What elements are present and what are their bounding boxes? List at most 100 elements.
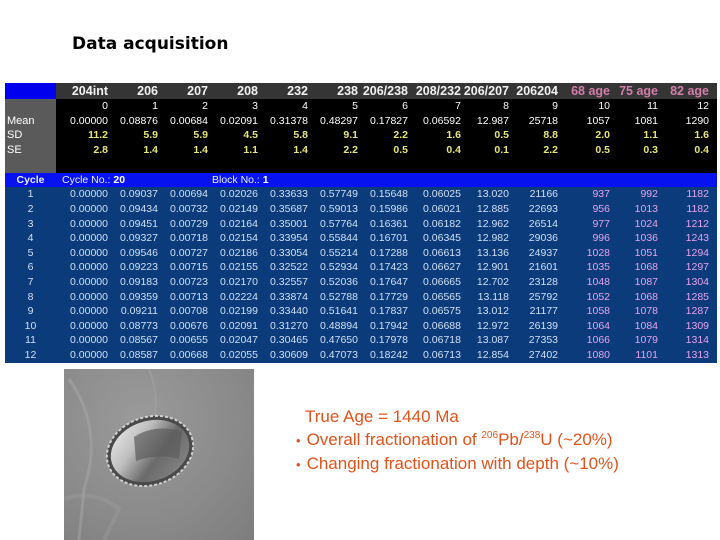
column-index: 1 (152, 100, 158, 112)
table-cell: 0.02026 (220, 188, 258, 201)
true-age-text: True Age = 1440 Ma (305, 407, 459, 426)
table-cell: 0.59013 (320, 202, 358, 215)
table-cell: 0.00000 (70, 217, 108, 230)
table-row: 3 0.00000 0.09451 0.00729 0.02164 0.35001 0.57… (5, 217, 717, 232)
table-cell: 1101 (635, 348, 658, 361)
table-cell: 1314 (685, 334, 709, 347)
table-cell: 0.30609 (270, 348, 308, 361)
table-cell: 0.08773 (120, 319, 158, 332)
table-cell: 0.06613 (423, 246, 461, 259)
table-cell: 992 (640, 188, 658, 201)
column-header: 238 (337, 84, 358, 98)
table-cell: 13.020 (476, 188, 509, 201)
table-cell: 0.00000 (70, 348, 108, 361)
table-cell: 1080 (586, 348, 610, 361)
table-cell: 12.702 (476, 275, 509, 288)
cycle-number-cell: 1 (27, 188, 34, 201)
stats-value: 5.9 (193, 129, 208, 142)
table-row: 8 0.00000 0.09359 0.00713 0.02224 0.33874 0.52… (5, 290, 717, 305)
stats-value: 1.4 (293, 143, 308, 156)
stats-value: 25718 (528, 114, 558, 127)
stats-value: 12.987 (476, 114, 509, 127)
column-index: 5 (352, 100, 358, 112)
ablation-pit-image (64, 369, 195, 540)
header-corner (5, 83, 56, 99)
table-cell: 1068 (634, 290, 658, 303)
table-cell: 1087 (634, 275, 658, 288)
column-header: 208/232 (415, 84, 461, 98)
stats-row-se: SE 2.8 1.4 1.4 1.1 1.4 2.2 0.5 0.4 0.1 2.2 0.5 0.3 0.… (5, 142, 717, 158)
stats-value: 0.5 (393, 143, 408, 156)
data-rows: 1 0.00000 0.09037 0.00694 0.02026 0.33633 0.57… (5, 187, 717, 363)
stats-value: 2.2 (393, 129, 408, 142)
cycle-number-cell: 2 (27, 202, 34, 215)
column-index: 12 (697, 100, 709, 112)
table-cell: 1309 (685, 319, 709, 332)
stats-value: 0.02091 (220, 114, 258, 127)
table-cell: 956 (592, 202, 610, 215)
table-cell: 1058 (586, 305, 610, 318)
table-cell: 0.17288 (370, 246, 408, 259)
table-cell: 12.901 (476, 261, 509, 274)
table-cell: 0.00676 (170, 319, 208, 332)
column-header: 206204 (516, 84, 558, 98)
table-cell: 0.32557 (270, 275, 308, 288)
cycle-number-cell: 3 (27, 217, 34, 230)
table-cell: 1035 (586, 261, 610, 274)
table-cell: 0.32522 (270, 261, 308, 274)
table-cell: 23128 (528, 275, 558, 288)
table-cell: 0.09183 (120, 275, 158, 288)
stats-value: 0.31378 (270, 114, 308, 127)
table-cell: 0.02154 (220, 232, 258, 245)
stats-label: SE (5, 142, 56, 158)
table-cell: 12.972 (476, 319, 509, 332)
cycle-label: Cycle (16, 174, 45, 187)
table-cell: 0.09434 (120, 202, 158, 215)
table-cell: 0.00000 (70, 305, 108, 318)
slide-title: Data acquisition (72, 34, 229, 54)
column-index: 8 (503, 100, 509, 112)
table-cell: 0.02091 (220, 319, 258, 332)
column-header: 206/207 (463, 84, 509, 98)
table-cell: 1294 (685, 246, 709, 259)
table-cell: 12.885 (476, 202, 509, 215)
table-cell: 21166 (529, 188, 558, 201)
table-cell: 0.02164 (220, 217, 258, 230)
table-cell: 0.33054 (270, 246, 308, 259)
stats-value: 5.8 (293, 129, 308, 142)
table-cell: 0.00655 (170, 334, 208, 347)
column-header: 204int (71, 84, 108, 98)
table-cell: 0.09327 (120, 232, 158, 245)
column-header: 82 age (670, 84, 709, 98)
table-cell: 1287 (685, 305, 709, 318)
stats-row-mean: Mean 0.00000 0.08876 0.00684 0.02091 0.31378 0… (5, 113, 717, 129)
table-cell: 0.33440 (270, 305, 308, 318)
stats-value: 0.00684 (170, 114, 208, 127)
table-cell: 0.09451 (120, 217, 158, 230)
table-cell: 27402 (528, 348, 558, 361)
table-cell: 1068 (634, 261, 658, 274)
table-row: 10 0.00000 0.08773 0.00676 0.02091 0.31270 0.4… (5, 319, 717, 334)
table-cell: 0.57749 (320, 188, 358, 201)
column-header: 206/238 (362, 84, 408, 98)
table-cell: 1084 (634, 319, 658, 332)
cycle-number-cell: 12 (24, 348, 37, 361)
table-cell: 0.00000 (70, 319, 108, 332)
stats-value: 1.6 (446, 129, 461, 142)
stats-value: 0.4 (694, 143, 709, 156)
table-cell: 0.02149 (220, 202, 258, 215)
table-cell: 26514 (528, 217, 558, 230)
index-label (5, 99, 56, 114)
table-cell: 25792 (528, 290, 558, 303)
table-cell: 0.15648 (370, 188, 408, 201)
table-cell: 0.17942 (370, 319, 408, 332)
table-cell: 1182 (686, 188, 709, 201)
table-cell: 0.06718 (423, 334, 461, 347)
stats-value: 2.2 (343, 143, 358, 156)
table-cell: 0.00713 (170, 290, 208, 303)
column-header: 75 age (619, 84, 658, 98)
table-cell: 0.52788 (320, 290, 358, 303)
table-cell: 21601 (528, 261, 558, 274)
table-cell: 0.33874 (270, 290, 308, 303)
stats-value: 0.08876 (120, 114, 158, 127)
